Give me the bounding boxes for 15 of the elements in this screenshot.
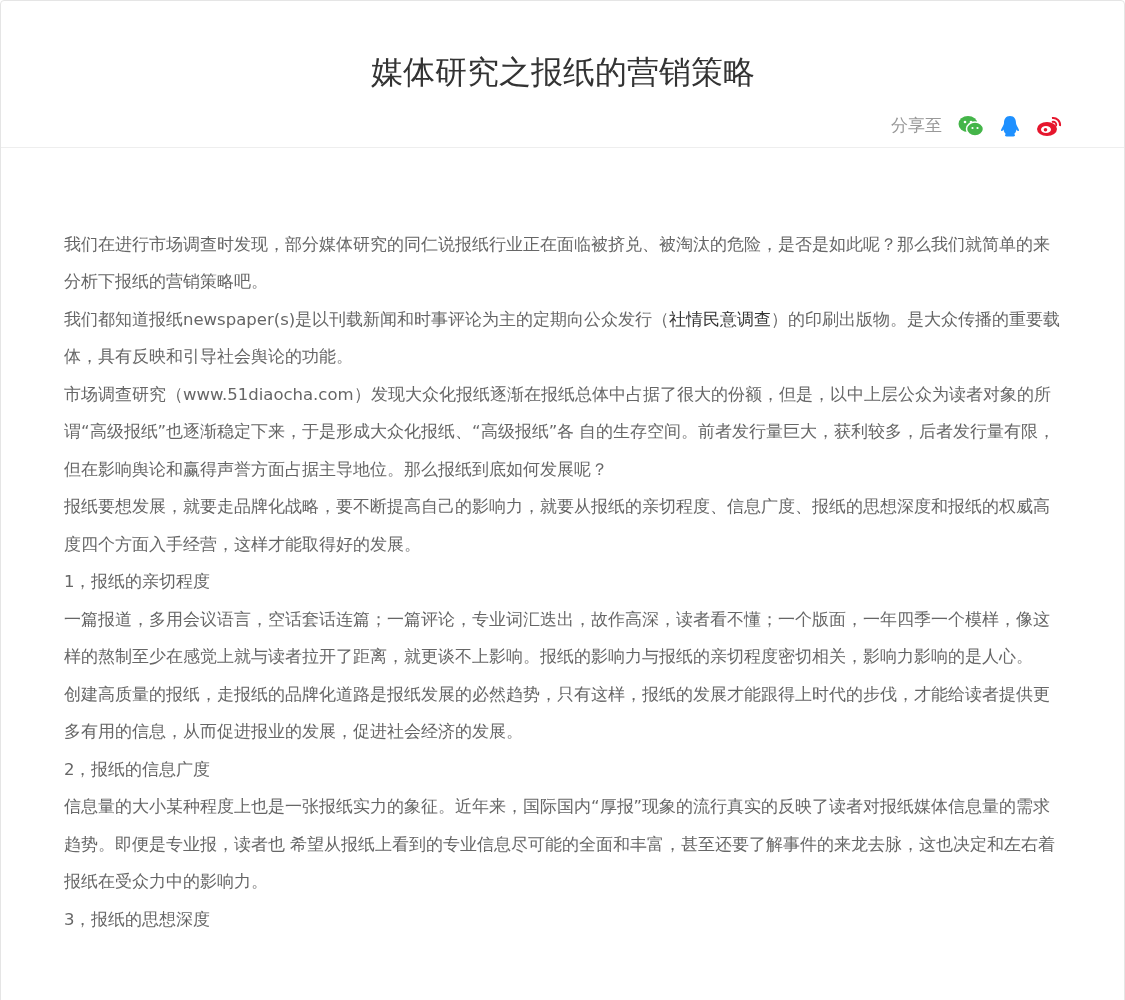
paragraph: 创建高质量的报纸，走报纸的品牌化道路是报纸发展的必然趋势，只有这样，报纸的发展才能跟得上时代的步伐，才能给读者提供更多有用的信息，从而促进报业的发展，促进社会经济的发展。 (64, 683, 1051, 744)
article-title: 媒体研究之报纸的营销策略 (369, 52, 756, 92)
paragraph: 我们都知道报纸newspaper(s)是以刊载新闻和时事评论为主的定期向公众发行（社情民意调查）的印刷出版物。是大众传播的重要载体，具有反映和引导社会舆论的功能。 (64, 308, 1062, 369)
paragraph: 报纸要想发展，就要走品牌化战略，要不断提高自己的影响力，就要从报纸的亲切程度、信息广度、报纸的思想深度和报纸的权威高度四个方面入手经营，这样才能取得好的发展。 (64, 496, 1051, 556)
text-link[interactable]: 社情民意调查 (669, 309, 772, 329)
share-label: 分享至 (891, 114, 942, 138)
paragraph: 2，报纸的信息广度 (64, 758, 212, 781)
paragraph: 市场调查研究（www.51diaocha.com）发现大众化报纸逐渐在报纸总体中占据了很大的份额，但是，以中上层公众为读者对象的所谓“高级报纸”也逐渐稳定下来，于是形成大众化报纸、“高级报纸”各 自的生存空间。前者发行量巨大，获利较多，后者发行量有限，但在影响舆论和赢得声誉方面占据主导地位。那么报纸到底如何发展呢？ (64, 383, 1057, 481)
paragraph: 信息量的大小某种程度上也是一张报纸实力的象征。近年来，国际国内“厚报”现象的流行真实的反映了读者对报纸媒体信息量的需求趋势。即便是专业报，读者也 希望从报纸上看到的专业信息尽可能的全面和丰富，甚至还要了解事件的来龙去脉，这也决定和左右着报纸在受众力中的影响力。 (64, 796, 1057, 894)
paragraph: 一篇报道，多用会议语言，空话套话连篇；一篇评论，专业词汇迭出，故作高深，读者看不懂；一个版面，一年四季一个模样，像这样的熬制至少在感觉上就与读者拉开了距离，就更谈不上影响。报纸的影响力与报纸的亲切程度密切相关，影响力影响的是人心。 (64, 608, 1051, 669)
chat-bubbles-icon[interactable] (958, 115, 984, 138)
penguin-icon[interactable] (1000, 115, 1020, 138)
paragraph: 1，报纸的亲切程度 (64, 571, 212, 594)
paragraph: 3，报纸的思想深度 (64, 908, 212, 931)
paragraph: 我们在进行市场调查时发现，部分媒体研究的同仁说报纸行业正在面临被挤兑、被淘汰的危险，是否是如此呢？那么我们就简单的来分析下报纸的营销策略吧。 (64, 233, 1051, 294)
